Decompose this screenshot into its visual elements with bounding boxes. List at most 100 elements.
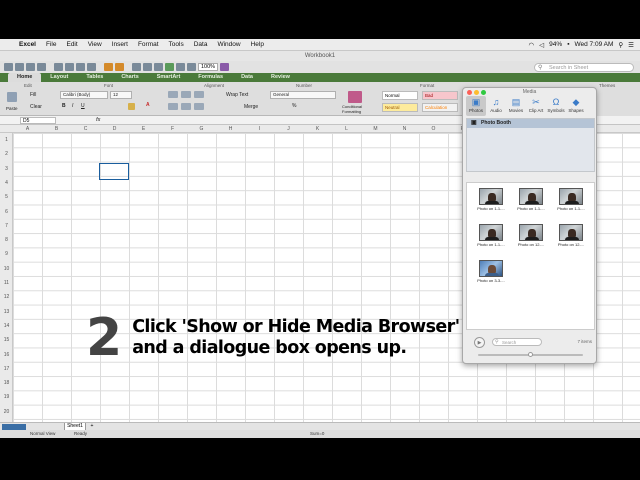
tab-layout[interactable]: Layout	[41, 73, 77, 82]
media-tab-photos[interactable]: ▣ Photos	[466, 96, 486, 116]
bold-button[interactable]: B	[62, 103, 66, 109]
fx-icon[interactable]: fx	[96, 117, 100, 123]
tab-data[interactable]: Data	[232, 73, 262, 82]
thumbnail-size-slider[interactable]	[478, 352, 583, 357]
fill-color-icon[interactable]	[128, 103, 135, 110]
source-photo-booth[interactable]: ▣ Photo Booth	[467, 119, 594, 128]
style-neutral[interactable]: Neutral	[382, 103, 418, 112]
row-header[interactable]: 17	[0, 366, 13, 372]
menu-data[interactable]: Data	[189, 41, 213, 48]
conditional-formatting-icon[interactable]	[348, 91, 362, 103]
row-header[interactable]: 19	[0, 394, 13, 400]
media-tab-audio[interactable]: ♫ Audio	[486, 96, 506, 116]
row-header[interactable]: 2	[0, 151, 13, 157]
show-hide-media-browser-icon[interactable]	[187, 63, 196, 71]
menu-edit[interactable]: Edit	[61, 41, 82, 48]
photo-thumbnail[interactable]: Photo on 1-1-...	[472, 188, 510, 211]
row-header[interactable]: 15	[0, 337, 13, 343]
menu-window[interactable]: Window	[212, 41, 245, 48]
clear-button[interactable]: Clear	[30, 104, 42, 110]
menu-app[interactable]: Excel	[14, 41, 41, 48]
row-header[interactable]: 20	[0, 409, 13, 415]
align-top-icon[interactable]	[168, 91, 178, 98]
photo-thumbnail[interactable]: Photo on 1-1-...	[472, 224, 510, 247]
filter-icon[interactable]	[154, 63, 163, 71]
photo-thumbnail[interactable]: Photo on 3-3-...	[472, 260, 510, 283]
tab-review[interactable]: Review	[262, 73, 299, 82]
tab-charts[interactable]: Charts	[112, 73, 147, 82]
tab-formulas[interactable]: Formulas	[189, 73, 232, 82]
clock[interactable]: Wed 7:09 AM	[575, 41, 614, 48]
minimize-icon[interactable]	[474, 90, 479, 95]
row-header[interactable]: 10	[0, 266, 13, 272]
autosum-icon[interactable]	[132, 63, 141, 71]
align-bottom-icon[interactable]	[194, 91, 204, 98]
copy-icon[interactable]	[65, 63, 74, 71]
toolbox-icon[interactable]	[176, 63, 185, 71]
column-header[interactable]: E	[129, 126, 158, 132]
tab-home[interactable]: Home	[8, 73, 42, 82]
font-color-icon[interactable]: A	[146, 102, 150, 108]
print-icon[interactable]	[37, 63, 46, 71]
column-header[interactable]: B	[42, 126, 71, 132]
row-header[interactable]: 14	[0, 323, 13, 329]
column-header[interactable]: I	[245, 126, 274, 132]
wrap-text-button[interactable]: Wrap Text	[226, 92, 248, 98]
menu-file[interactable]: File	[41, 41, 61, 48]
cut-icon[interactable]	[54, 63, 63, 71]
redo-icon[interactable]	[115, 63, 124, 71]
row-header[interactable]: 1	[0, 137, 13, 143]
zoom-select[interactable]: 100%	[198, 63, 219, 71]
align-right-icon[interactable]	[194, 103, 204, 110]
menu-help[interactable]: Help	[246, 41, 269, 48]
media-tab-symbols[interactable]: Ω Symbols	[546, 96, 566, 116]
style-bad[interactable]: Bad	[422, 91, 458, 100]
undo-icon[interactable]	[104, 63, 113, 71]
column-header[interactable]: F	[158, 126, 187, 132]
column-header[interactable]: C	[71, 126, 100, 132]
sort-icon[interactable]	[143, 63, 152, 71]
row-header[interactable]: 16	[0, 352, 13, 358]
font-size-select[interactable]: 12	[110, 91, 132, 99]
photo-thumbnail[interactable]: Photo on 12-...	[552, 224, 590, 247]
row-header[interactable]: 7	[0, 223, 13, 229]
volume-icon[interactable]: ◁	[539, 41, 544, 49]
new-icon[interactable]	[4, 63, 13, 71]
conditional-formatting-button[interactable]: Conditional Formatting	[342, 104, 370, 114]
photo-thumbnail[interactable]: Photo on 1-1-...	[552, 188, 590, 211]
font-name-select[interactable]: Calibri (Body)	[60, 91, 108, 99]
column-header[interactable]: D	[100, 126, 129, 132]
add-sheet-button[interactable]: +	[88, 423, 96, 430]
save-icon[interactable]	[26, 63, 35, 71]
paste-label[interactable]: Paste	[6, 106, 18, 111]
media-search-input[interactable]: ⚲ Search	[492, 338, 542, 346]
spotlight-icon[interactable]: ⚲	[618, 41, 623, 49]
column-header[interactable]: M	[361, 126, 390, 132]
open-icon[interactable]	[15, 63, 24, 71]
media-tab-movies[interactable]: ▤ Movies	[506, 96, 526, 116]
align-left-icon[interactable]	[168, 103, 178, 110]
gallery-icon[interactable]	[165, 63, 174, 71]
column-header[interactable]: H	[216, 126, 245, 132]
media-tab-clip-art[interactable]: ✂ Clip Art	[526, 96, 546, 116]
media-tab-shapes[interactable]: ◆ Shapes	[566, 96, 586, 116]
photo-thumbnail[interactable]: Photo on 12-...	[512, 224, 550, 247]
menu-insert[interactable]: Insert	[107, 41, 133, 48]
underline-button[interactable]: U	[81, 103, 85, 109]
row-header[interactable]: 6	[0, 209, 13, 215]
zoom-icon[interactable]	[481, 90, 486, 95]
column-header[interactable]: K	[303, 126, 332, 132]
number-format-select[interactable]: General	[270, 91, 336, 99]
close-icon[interactable]	[467, 90, 472, 95]
merge-button[interactable]: Merge	[244, 104, 258, 110]
tab-tables[interactable]: Tables	[77, 73, 112, 82]
format-painter-icon[interactable]	[87, 63, 96, 71]
column-header[interactable]: L	[332, 126, 361, 132]
wifi-icon[interactable]: ◠	[529, 41, 535, 49]
column-header[interactable]: G	[187, 126, 216, 132]
column-header[interactable]: N	[390, 126, 419, 132]
column-header[interactable]: O	[419, 126, 448, 132]
flag-icon[interactable]: ▪	[567, 41, 569, 48]
row-header[interactable]: 13	[0, 309, 13, 315]
selected-cell[interactable]	[99, 163, 129, 180]
